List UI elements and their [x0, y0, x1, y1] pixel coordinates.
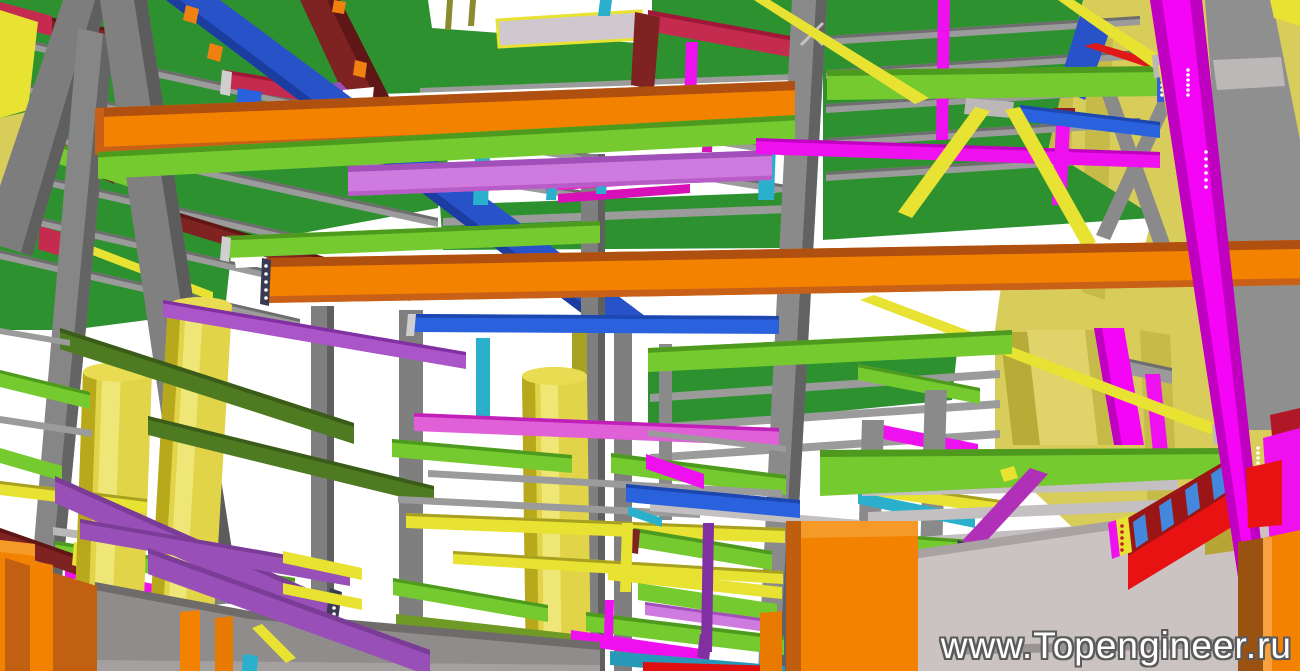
gray-column-topright-band	[1213, 57, 1285, 90]
skylight-post-teal	[598, 0, 612, 16]
purple-post-c	[701, 523, 714, 652]
dots-m1-a-2	[1186, 73, 1190, 77]
orange-post-front	[760, 611, 782, 671]
dots-o2-5	[264, 296, 268, 300]
orange-box-center-top	[801, 521, 918, 538]
dots-m1-c-3	[1256, 456, 1260, 460]
orange-tab-3	[353, 60, 367, 78]
dots-pd1-3	[332, 606, 336, 610]
dots-m1-b-2	[1204, 157, 1208, 161]
cyan-bit-bl	[242, 654, 258, 671]
dots-stair-clip-4	[1120, 542, 1124, 546]
dots-m1-c-1	[1256, 446, 1260, 450]
3d-viewport[interactable]: www.Topengineer.ru	[0, 0, 1300, 671]
dots-o2-2	[264, 272, 268, 276]
dots-m1-b-6	[1204, 185, 1208, 189]
yellow-post-c	[620, 523, 633, 592]
orange-strip-bl	[30, 560, 53, 671]
dots-m1-b-1	[1204, 150, 1208, 154]
plate-cr2	[220, 70, 232, 96]
magenta-bit-c	[604, 600, 614, 640]
dots-m1-a-3	[1186, 78, 1190, 82]
dots-o2-1	[264, 264, 268, 268]
dots-stair-clip-2	[1120, 530, 1124, 534]
dots-m1-a-5	[1186, 88, 1190, 92]
cylinder-center-cap	[522, 366, 587, 386]
orange-box-center-edge	[786, 521, 801, 671]
dots-o2-4	[264, 288, 268, 292]
red-right-edge	[1246, 460, 1282, 528]
dots-m1-b-3	[1204, 164, 1208, 168]
orange-girder-1-endcap	[95, 108, 104, 158]
orange-box-center	[786, 521, 918, 671]
orange-post-wl-1	[180, 610, 200, 671]
dots-m1-a-6	[1186, 93, 1190, 97]
dots-stair-clip-5	[1120, 548, 1124, 552]
dots-m1-b-4	[1204, 171, 1208, 175]
dots-o2-3	[264, 280, 268, 284]
dots-m1-a-4	[1186, 83, 1190, 87]
orange-tab-2	[332, 0, 346, 14]
dots-m1-c-2	[1256, 451, 1260, 455]
dots-m1-b-5	[1204, 178, 1208, 182]
dots-m1-c-4	[1256, 461, 1260, 465]
dots-stair-clip-1	[1120, 524, 1124, 528]
teal-post-c	[476, 338, 490, 418]
dots-m1-a-1	[1186, 68, 1190, 72]
dots-stair-clip-3	[1120, 536, 1124, 540]
watermark: www.Topengineer.ru	[940, 625, 1292, 666]
model-scene[interactable]	[0, 0, 1300, 671]
orange-post-wl-2	[215, 616, 233, 671]
